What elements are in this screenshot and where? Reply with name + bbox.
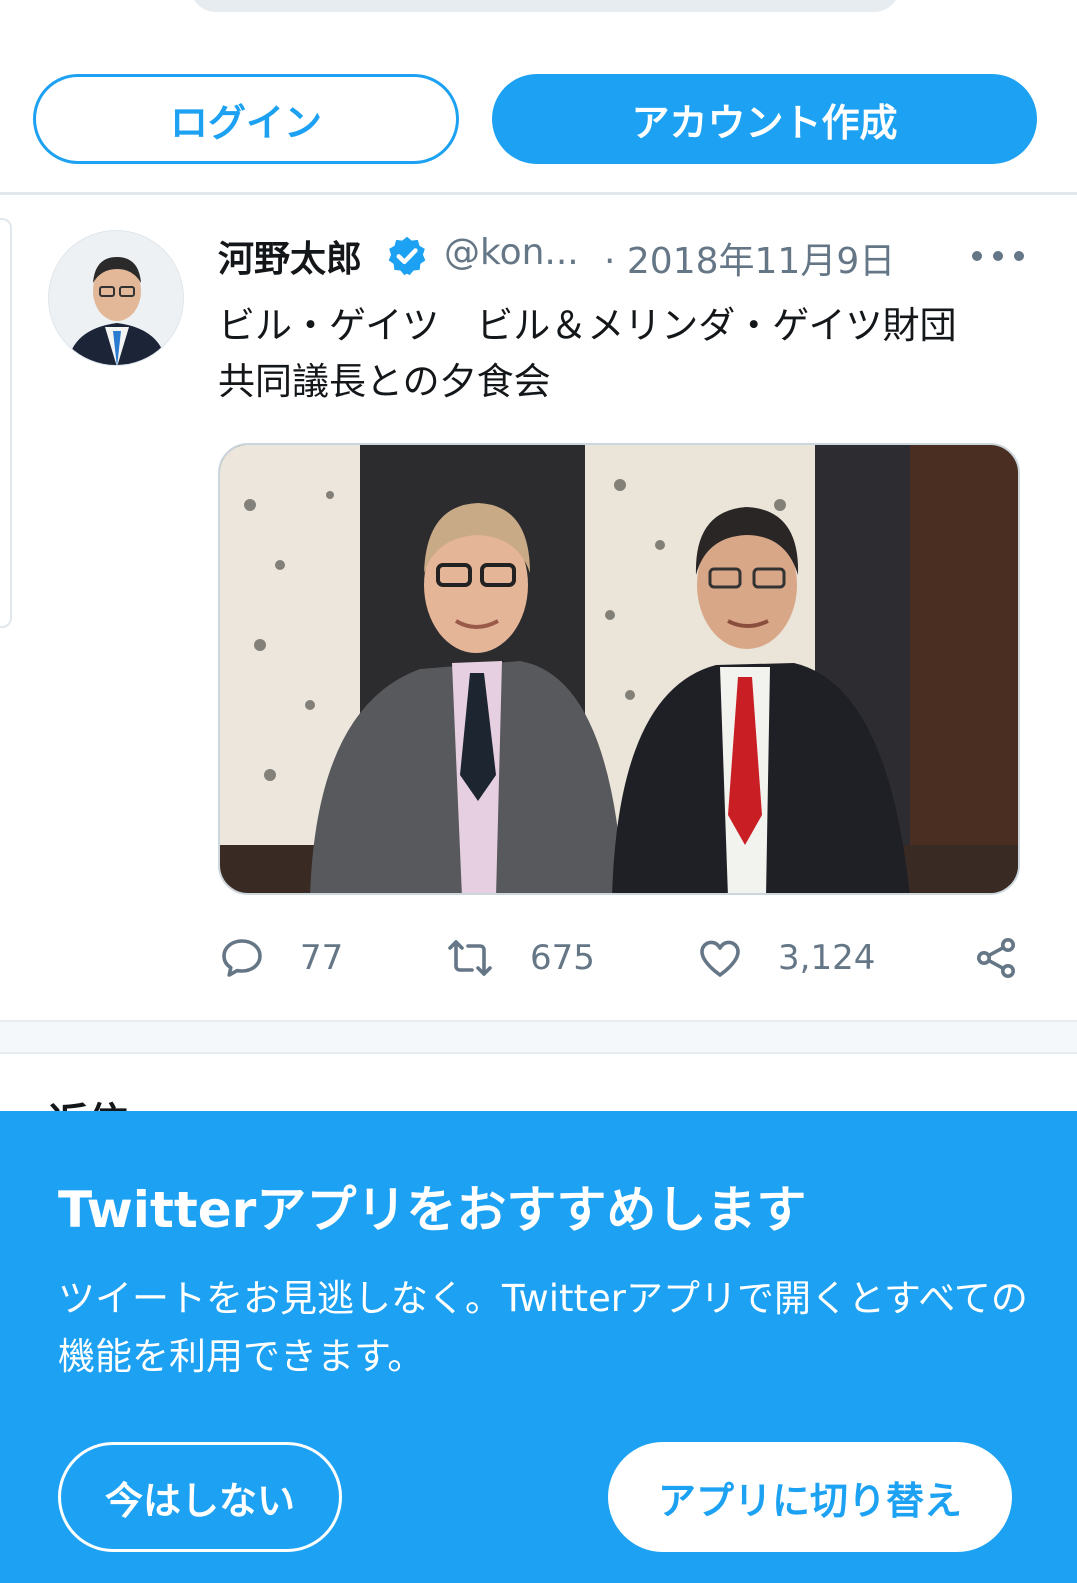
dot bbox=[993, 251, 1003, 261]
app-promo-description: ツイートをお見逃しなく。Twitterアプリで開くとすべての機能を利用できます。 bbox=[58, 1277, 1028, 1378]
tweet-photo[interactable] bbox=[218, 443, 1020, 895]
tweet-text: ビル・ゲイツ ビル＆メリンダ・ゲイツ財団 共同議長との夕食会 bbox=[218, 304, 957, 403]
section-divider bbox=[0, 1020, 1077, 1054]
share-icon[interactable] bbox=[972, 934, 1020, 982]
reply-count: 77 bbox=[300, 938, 344, 978]
tweet-date[interactable]: · 2018年11月9日 bbox=[604, 232, 895, 284]
not-now-button[interactable]: 今はしない bbox=[58, 1442, 342, 1552]
side-panel-edge bbox=[0, 218, 12, 628]
avatar-portrait-icon bbox=[49, 231, 183, 365]
search-bar[interactable] bbox=[190, 0, 900, 12]
retweet-icon[interactable] bbox=[446, 934, 494, 982]
author-name[interactable]: 河野太郎 bbox=[218, 230, 362, 282]
verified-badge-icon bbox=[388, 236, 426, 276]
author-handle[interactable]: @kon... bbox=[444, 232, 579, 273]
author-avatar[interactable] bbox=[48, 230, 184, 366]
dot bbox=[972, 251, 982, 261]
signup-button[interactable]: アカウント作成 bbox=[492, 74, 1037, 164]
like-heart-icon[interactable] bbox=[696, 934, 744, 982]
more-dots-icon[interactable] bbox=[972, 238, 1024, 274]
header-divider bbox=[0, 192, 1077, 195]
like-count: 3,124 bbox=[778, 938, 876, 978]
retweet-count: 675 bbox=[530, 938, 595, 978]
switch-to-app-button[interactable]: アプリに切り替え bbox=[608, 1442, 1012, 1552]
dot bbox=[1014, 251, 1024, 261]
reply-icon[interactable] bbox=[218, 934, 266, 982]
app-promo-title: Twitterアプリをおすすめします bbox=[58, 1181, 807, 1239]
photo-two-men-portrait bbox=[220, 445, 1018, 893]
login-button[interactable]: ログイン bbox=[33, 74, 459, 164]
